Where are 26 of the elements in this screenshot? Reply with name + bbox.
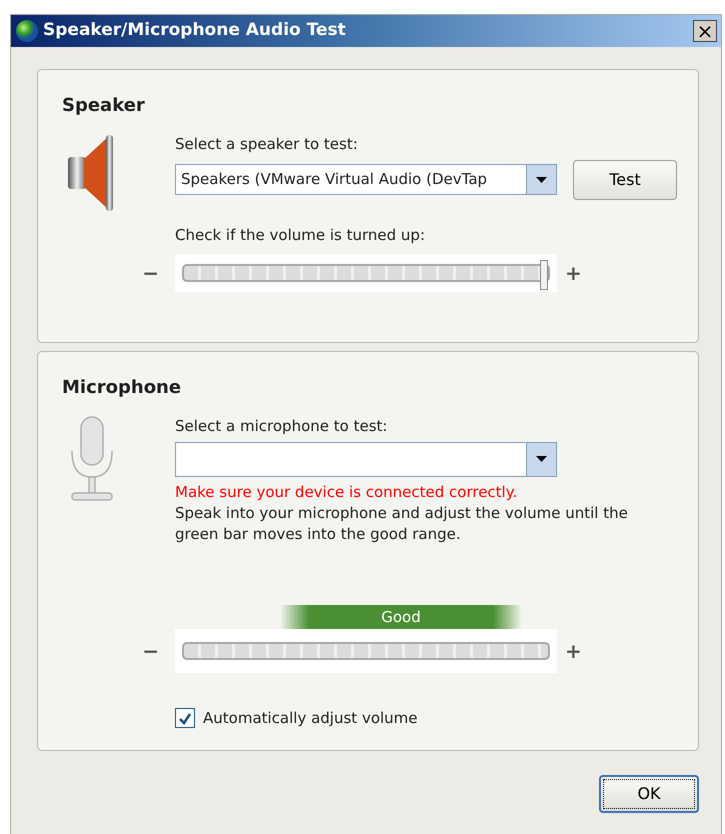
checkbox[interactable] [175, 708, 195, 728]
dropdown-arrow-icon [536, 176, 547, 182]
test-button[interactable]: Test [573, 160, 677, 200]
speaker-dropdown[interactable]: Speakers (VMware Virtual Audio (DevTap [175, 164, 557, 195]
globe-icon [15, 19, 39, 43]
speaker-icon [66, 133, 116, 213]
microphone-dropdown[interactable] [175, 442, 557, 476]
checkbox-label[interactable]: Automatically adjust volume [203, 707, 418, 730]
instructions-text: Speak into your microphone and adjust the volume until the green bar moves into the good range. [175, 503, 629, 545]
select-label: Select a microphone to test: [175, 416, 388, 437]
close-button[interactable]: × [693, 20, 717, 42]
slider-thumb[interactable] [540, 260, 548, 290]
error-message: Make sure your device is connected correctly. [175, 482, 518, 502]
window-title: Speaker/Microphone Audio Test [43, 19, 346, 42]
section-heading: Microphone [62, 376, 182, 400]
plus-sign: + [565, 638, 582, 665]
minus-sign: − [142, 260, 159, 287]
section-heading: Speaker [62, 94, 145, 118]
select-label: Select a speaker to test: [175, 134, 358, 155]
dropdown-arrow-icon [536, 456, 547, 462]
volume-label: Check if the volume is turned up: [175, 224, 425, 246]
minus-sign: − [142, 638, 159, 665]
ok-button[interactable]: OK [599, 774, 699, 812]
volume-slider[interactable] [175, 254, 557, 292]
good-range-bar: Good [280, 605, 522, 629]
plus-sign: + [565, 260, 582, 287]
